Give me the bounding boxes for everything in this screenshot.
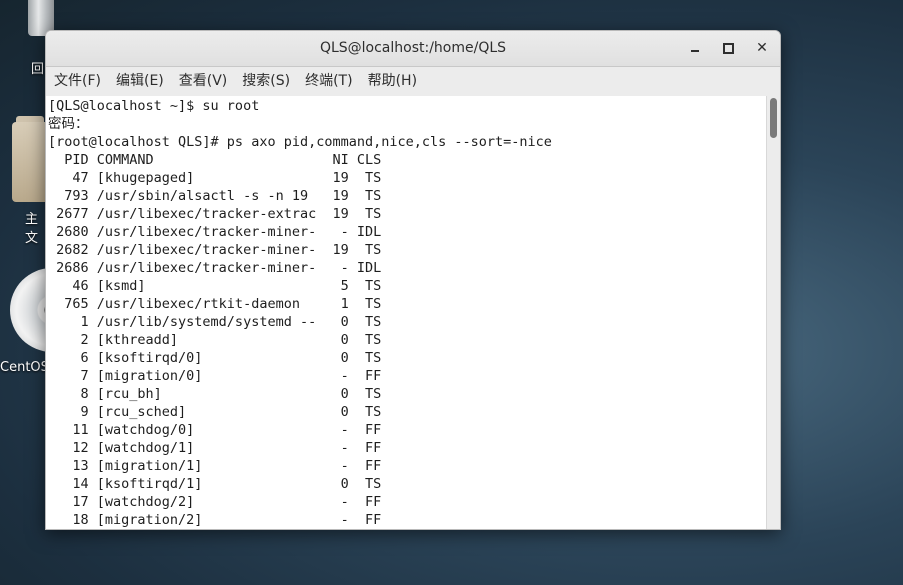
terminal-line: 47 [khugepaged] 19 TS [48, 170, 382, 186]
home-folder-label: 主文 [25, 212, 39, 246]
menu-view[interactable]: 查看(V) [173, 67, 234, 96]
close-icon: ✕ [756, 40, 768, 56]
terminal-line: 密码： [48, 116, 89, 132]
terminal-line: 7 [migration/0] - FF [48, 368, 382, 384]
terminal-line: 793 /usr/sbin/alsactl -s -n 19 19 TS [48, 188, 382, 204]
terminal-window: QLS@localhost:/home/QLS ✕ 文件(F) 编辑(E) 查看… [45, 30, 781, 530]
terminal-line: 13 [migration/1] - FF [48, 458, 382, 474]
menu-terminal[interactable]: 终端(T) [299, 67, 358, 96]
menu-search[interactable]: 搜索(S) [236, 67, 296, 96]
menu-file[interactable]: 文件(F) [48, 67, 107, 96]
menu-help[interactable]: 帮助(H) [362, 67, 423, 96]
terminal-line: 8 [rcu_bh] 0 TS [48, 386, 382, 402]
window-titlebar[interactable]: QLS@localhost:/home/QLS ✕ [46, 31, 780, 67]
terminal-text: [QLS@localhost ~]$ su root 密码： [root@local… [46, 96, 766, 529]
terminal-line: 12 [watchdog/1] - FF [48, 440, 382, 456]
vertical-scrollbar[interactable] [766, 96, 780, 529]
terminal-output[interactable]: [QLS@localhost ~]$ su root 密码： [root@local… [46, 96, 766, 529]
terminal-line: 9 [rcu_sched] 0 TS [48, 404, 382, 420]
terminal-line: 2686 /usr/libexec/tracker-miner- - IDL [48, 260, 382, 276]
terminal-line: 46 [ksmd] 5 TS [48, 278, 382, 294]
terminal-line: 18 [migration/2] - FF [48, 512, 382, 528]
minimize-button[interactable] [686, 39, 704, 57]
terminal-line: 2680 /usr/libexec/tracker-miner- - IDL [48, 224, 382, 240]
trash-desktop-label: 回 [31, 62, 45, 77]
terminal-line: 11 [watchdog/0] - FF [48, 422, 382, 438]
terminal-line: 765 /usr/libexec/rtkit-daemon 1 TS [48, 296, 382, 312]
terminal-line: 2682 /usr/libexec/tracker-miner- 19 TS [48, 242, 382, 258]
terminal-line: 2 [kthreadd] 0 TS [48, 332, 382, 348]
maximize-button[interactable] [719, 39, 737, 57]
terminal-line: 6 [ksoftirqd/0] 0 TS [48, 350, 382, 366]
terminal-line: [root@localhost QLS]# ps axo pid,command… [48, 134, 552, 150]
terminal-line: 2677 /usr/libexec/tracker-extrac 19 TS [48, 206, 382, 222]
close-button[interactable]: ✕ [753, 39, 771, 57]
terminal-line: PID COMMAND NI CLS [48, 152, 382, 168]
centos-disc-label: CentOS [0, 360, 49, 375]
terminal-line: [QLS@localhost ~]$ su root [48, 98, 260, 114]
terminal-line: 1 /usr/lib/systemd/systemd -- 0 TS [48, 314, 382, 330]
menu-bar: 文件(F) 编辑(E) 查看(V) 搜索(S) 终端(T) 帮助(H) [46, 67, 780, 97]
terminal-line: 17 [watchdog/2] - FF [48, 494, 382, 510]
menu-edit[interactable]: 编辑(E) [110, 67, 170, 96]
maximize-icon [722, 43, 734, 54]
terminal-line: 14 [ksoftirqd/1] 0 TS [48, 476, 382, 492]
minimize-icon [691, 50, 699, 52]
window-title: QLS@localhost:/home/QLS [319, 40, 507, 56]
scrollbar-thumb[interactable] [770, 98, 777, 138]
